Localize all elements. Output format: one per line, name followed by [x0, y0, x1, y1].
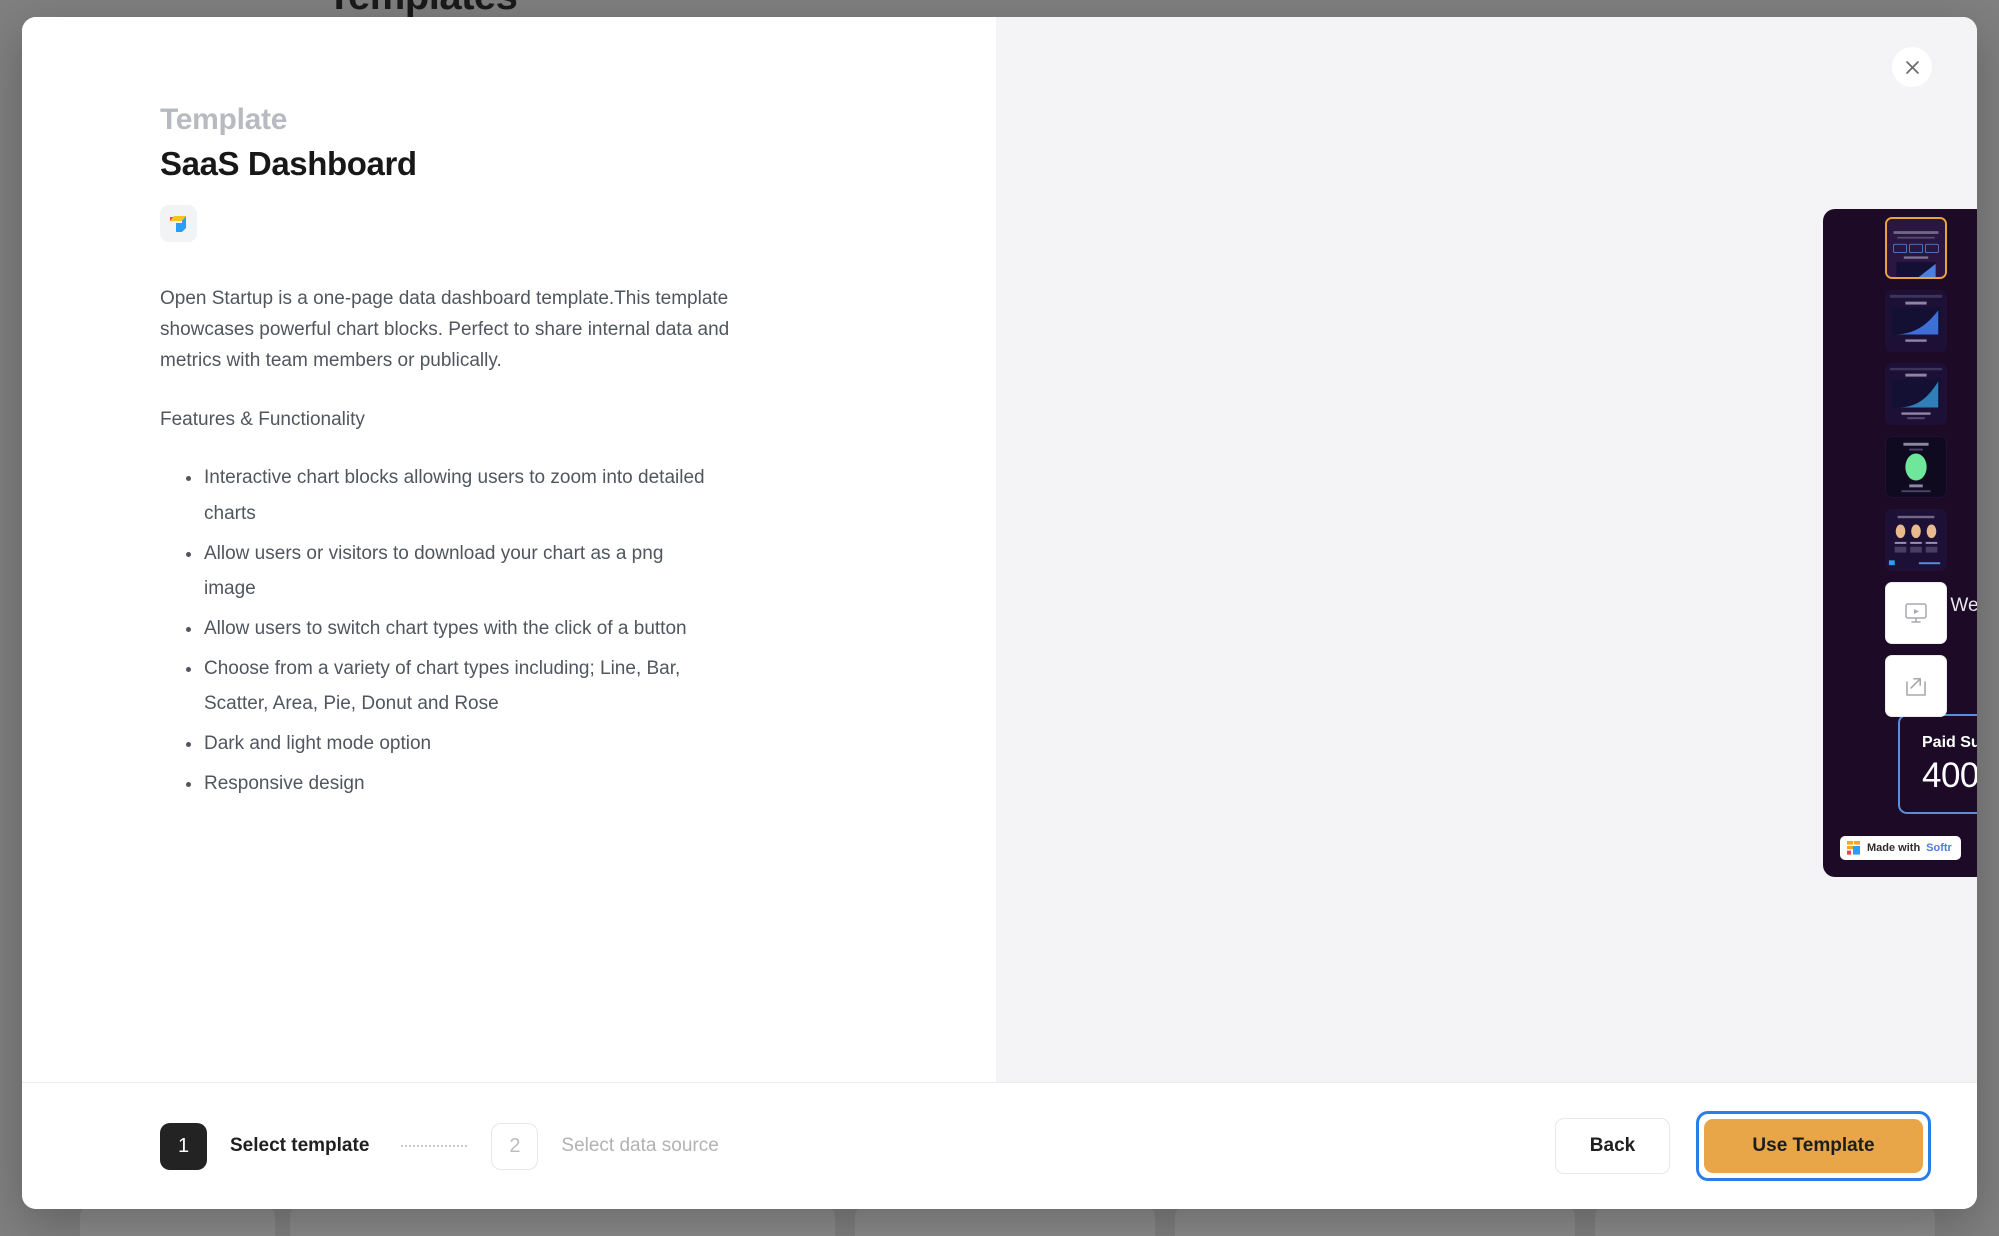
preview-video-button[interactable] [1885, 582, 1947, 644]
modal-body: Template SaaS Dashboard Open Startup is … [22, 17, 1977, 1082]
chart-title: MRR Growth [1823, 874, 1977, 877]
thumbnail-rose-chart[interactable] [1885, 436, 1947, 498]
step-badge-1[interactable]: 1 [160, 1122, 207, 1170]
share-icon [1906, 677, 1926, 696]
thumbnail-subscriber-chart[interactable] [1885, 363, 1947, 425]
thumbnail-metrics-overview[interactable] [1885, 217, 1947, 279]
template-preview-panel: Welcome to Startup Metrics We're a start… [996, 17, 1977, 1082]
list-item: Interactive chart blocks allowing users … [160, 460, 720, 531]
softr-logo-icon [1847, 841, 1860, 855]
template-info-panel: Template SaaS Dashboard Open Startup is … [22, 17, 996, 1082]
template-description: Open Startup is a one-page data dashboar… [160, 288, 730, 371]
thumbnail-team[interactable] [1885, 509, 1947, 571]
background-template-card [855, 1206, 1155, 1236]
features-list: Interactive chart blocks allowing users … [160, 460, 876, 801]
close-icon[interactable] [1892, 47, 1932, 87]
background-template-card [80, 1206, 275, 1236]
stat-value: 400 [1922, 756, 1977, 795]
template-detail-modal: Template SaaS Dashboard Open Startup is … [22, 17, 1977, 1209]
wizard-steps: 1 Select template 2 Select data source [160, 1122, 719, 1170]
share-template-button[interactable] [1885, 655, 1947, 717]
list-item: Dark and light mode option [160, 726, 720, 762]
softr-template-icon [160, 205, 197, 242]
step-label-select-template: Select template [230, 1135, 370, 1156]
features-heading: Features & Functionality [160, 409, 365, 431]
stat-label: Paid Subscribers [1922, 734, 1977, 751]
list-item: Allow users to switch chart types with t… [160, 611, 720, 647]
video-preview-icon [1905, 603, 1927, 623]
use-template-button[interactable]: Use Template [1704, 1119, 1923, 1173]
stat-card-paid-subscribers: Paid Subscribers 400 [1898, 714, 1977, 814]
use-template-focus-ring: Use Template [1696, 1111, 1931, 1181]
badge-brand: Softr [1926, 842, 1952, 854]
thumbnail-mrr-chart[interactable] [1885, 290, 1947, 352]
step-badge-2[interactable]: 2 [491, 1122, 539, 1170]
background-template-card [290, 1206, 835, 1236]
list-item: Allow users or visitors to download your… [160, 536, 720, 607]
badge-prefix: Made with [1867, 842, 1921, 854]
made-with-softr-badge[interactable]: Made with Softr [1840, 836, 1961, 860]
back-button[interactable]: Back [1555, 1118, 1670, 1174]
step-label-select-data-source: Select data source [561, 1135, 719, 1156]
footer-actions: Back Use Template [1555, 1111, 1931, 1181]
list-item: Responsive design [160, 766, 720, 802]
background-template-card [1595, 1206, 1935, 1236]
template-title: SaaS Dashboard [160, 145, 417, 182]
modal-footer: 1 Select template 2 Select data source B… [22, 1082, 1977, 1209]
step-connector [401, 1145, 468, 1147]
preview-stat-cards: Paid Subscribers 400 Monthly Recurring R… [1898, 714, 1977, 814]
preview-thumbnail-rail[interactable] [1885, 217, 1947, 717]
list-item: Choose from a variety of chart types inc… [160, 651, 720, 722]
background-template-card [1175, 1206, 1575, 1236]
template-eyebrow: Template [160, 103, 288, 136]
